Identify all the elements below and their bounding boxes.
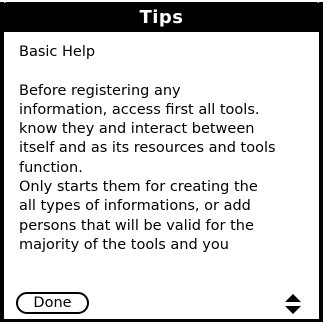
help-text-area: Basic Help Before registering any inform…: [19, 43, 309, 255]
dialog-frame-left: [0, 2, 4, 320]
help-line: persons that will be valid for the: [19, 217, 254, 234]
help-line: all types of informations, or add: [19, 198, 251, 215]
dialog-frame-right: [319, 2, 323, 320]
done-button[interactable]: Done: [16, 292, 89, 314]
dialog-title: Tips: [139, 6, 184, 28]
help-heading: Basic Help: [19, 44, 96, 60]
help-line: itself and as its resources and tools: [19, 140, 276, 157]
help-line: Before registering any: [19, 82, 181, 99]
title-bar: Tips: [2, 2, 321, 32]
scroll-down-icon[interactable]: [285, 306, 301, 314]
help-line: function.: [19, 159, 83, 176]
help-line: Only starts them for creating the: [19, 179, 258, 196]
scroll-arrows: [284, 293, 302, 315]
help-line: know they and interact between: [19, 121, 255, 138]
help-line: majority of the tools and you: [19, 236, 229, 253]
scroll-up-icon[interactable]: [285, 294, 301, 302]
tips-dialog: Tips Basic Help Before registering any i…: [0, 0, 323, 322]
help-line: information, access first all tools.: [19, 101, 260, 118]
